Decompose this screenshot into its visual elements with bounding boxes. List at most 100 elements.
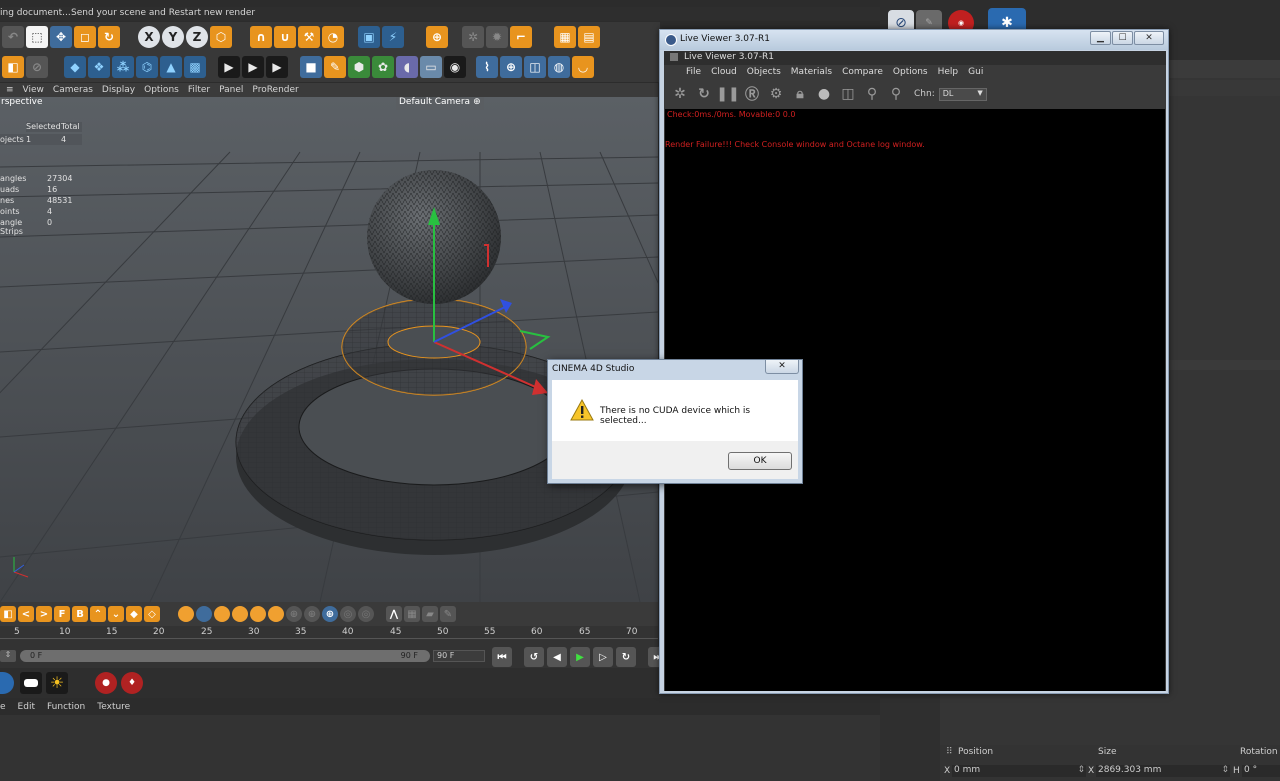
play-icon[interactable]: ▶ [570,647,590,667]
generator-icon[interactable]: ⌬ [136,56,158,78]
record-key-icon[interactable]: ▶ [218,56,240,78]
onion-8-icon[interactable]: ⊕ [304,606,320,622]
material-menu-edit[interactable]: Edit [18,702,35,712]
function-key-icon[interactable]: F [54,606,70,622]
array-icon[interactable]: ❖ [88,56,110,78]
onion-5-icon[interactable] [250,606,266,622]
region-render-icon[interactable]: Ⓡ [742,84,762,104]
pick-material-icon[interactable]: ⚲ [886,84,906,104]
material-ball-icon[interactable]: ● [814,84,834,104]
onion-1-icon[interactable] [178,606,194,622]
onion-2-icon[interactable] [196,606,212,622]
next-key-frame-icon[interactable]: ↻ [616,647,636,667]
lv-menu-file[interactable]: File [686,67,701,77]
send-scene-icon[interactable]: ✲ [670,84,690,104]
layout-2-icon[interactable]: ▤ [578,26,600,48]
lv-menu-materials[interactable]: Materials [791,67,832,77]
field-icon[interactable]: ▩ [184,56,206,78]
material-manager-area[interactable] [0,715,880,781]
viewport-menu-view[interactable]: View [23,85,44,95]
lv-menu-gui[interactable]: Gui [968,67,983,77]
onion-10-icon[interactable]: ◎ [340,606,356,622]
snap-icon[interactable]: ∩ [250,26,272,48]
key-up-icon[interactable]: ⌃ [90,606,106,622]
lv-menu-help[interactable]: Help [938,67,959,77]
motion-pen-icon[interactable]: ✎ [440,606,456,622]
channel-select[interactable]: DL ▼ [938,87,987,101]
record-active-icon[interactable]: ● [95,672,117,694]
keyframe-selection-icon[interactable]: ▶ [266,56,288,78]
deformer-icon[interactable]: ▲ [160,56,182,78]
pick-focus-icon[interactable]: ⚲ [862,84,882,104]
subdivision-icon[interactable]: ⬢ [348,56,370,78]
coordinate-system-icon[interactable]: ⬡ [210,26,232,48]
viewport-menu-display[interactable]: Display [102,85,135,95]
primitive-cube-icon[interactable]: ■ [300,56,322,78]
pen-icon[interactable]: ✎ [324,56,346,78]
clay-mode-icon[interactable]: ◫ [838,84,858,104]
viewport-menu-glyph[interactable]: ≡ [6,85,14,95]
light-icon[interactable]: ☀ [46,672,68,694]
pause-icon[interactable]: ❚❚ [716,84,739,104]
python-icon[interactable]: ⌇ [476,56,498,78]
rotation-h-field[interactable]: 0 ° [1242,765,1280,777]
move-icon[interactable]: ✥ [50,26,72,48]
spinner-icon[interactable]: ⇕ [1077,765,1085,775]
key-all-icon[interactable]: ◧ [0,606,16,622]
motion-layer-icon[interactable]: ▰ [422,606,438,622]
motion-clip-icon[interactable]: ▦ [404,606,420,622]
viewport-menu-panel[interactable]: Panel [219,85,243,95]
3d-viewport[interactable]: rspective Default Camera ⊕ Selected Tota… [0,97,658,602]
onion-4-icon[interactable] [232,606,248,622]
cube-key-2-icon[interactable]: ◇ [144,606,160,622]
error-dialog[interactable]: CINEMA 4D Studio ✕ There is no CUDA devi… [547,359,803,484]
camera-icon[interactable]: ◉ [444,56,466,78]
onion-6-icon[interactable] [268,606,284,622]
lv-menu-objects[interactable]: Objects [747,67,781,77]
position-x-field[interactable]: 0 mm ⇕ [952,765,1086,777]
autokeying-icon[interactable]: ♦ [121,672,143,694]
rotate-icon[interactable]: ↻ [98,26,120,48]
autokey-icon[interactable]: ▶ [242,56,264,78]
globe-grid-icon[interactable]: ⊕ [500,56,522,78]
onion-11-icon[interactable]: ◎ [358,606,374,622]
material-menu-item[interactable]: e [0,702,6,712]
lv-menu-options[interactable]: Options [893,67,928,77]
next-key-icon[interactable]: > [36,606,52,622]
snap-settings-icon[interactable]: ∪ [274,26,296,48]
render-picture-viewer-icon[interactable]: ⚡ [382,26,404,48]
texture-mode-icon[interactable]: ✹ [486,26,508,48]
viewport-menu-cameras[interactable]: Cameras [53,85,93,95]
go-to-start-icon[interactable]: ⏮ [492,647,512,667]
lock-icon[interactable]: 🔒︎ [790,84,810,104]
cube-key-icon[interactable]: ◆ [126,606,142,622]
key-down-icon[interactable]: ⌄ [108,606,124,622]
spinner-icon[interactable]: ⇕ [1221,765,1229,775]
deform-icon[interactable]: ◖ [396,56,418,78]
sculpt-icon[interactable]: ⚒ [298,26,320,48]
bowl-icon[interactable]: ◡ [572,56,594,78]
material-menu-function[interactable]: Function [47,702,85,712]
model-mode-icon[interactable]: ◧ [2,56,24,78]
prev-key-icon[interactable]: < [18,606,34,622]
ok-button[interactable]: OK [728,452,792,470]
end-frame-field[interactable]: 90 F [433,650,485,662]
workplane-icon[interactable]: ⊕ [426,26,448,48]
next-frame-icon[interactable]: ▷ [593,647,613,667]
drag-handle-icon[interactable]: ⠿ [946,747,953,757]
y-axis-icon[interactable]: Y [162,26,184,48]
sky-icon[interactable]: ◍ [548,56,570,78]
layout-icon[interactable]: ▦ [554,26,576,48]
dialog-close-button[interactable]: ✕ [765,360,799,374]
render-view-icon[interactable]: ▣ [358,26,380,48]
settings-gear-icon[interactable]: ⚙ [766,84,786,104]
camera-label[interactable]: Default Camera ⊕ [396,97,484,110]
cube-icon[interactable]: ◆ [64,56,86,78]
onion-toggle-icon[interactable] [0,672,14,694]
close-icon[interactable]: ✕ [1134,31,1164,45]
x-axis-icon[interactable]: X [138,26,160,48]
start-spinner-icon[interactable]: ⇕ [0,650,16,662]
workplane-mode-icon[interactable]: ⌐ [510,26,532,48]
maximize-icon[interactable]: ☐ [1112,31,1133,45]
onion-3-icon[interactable] [214,606,230,622]
